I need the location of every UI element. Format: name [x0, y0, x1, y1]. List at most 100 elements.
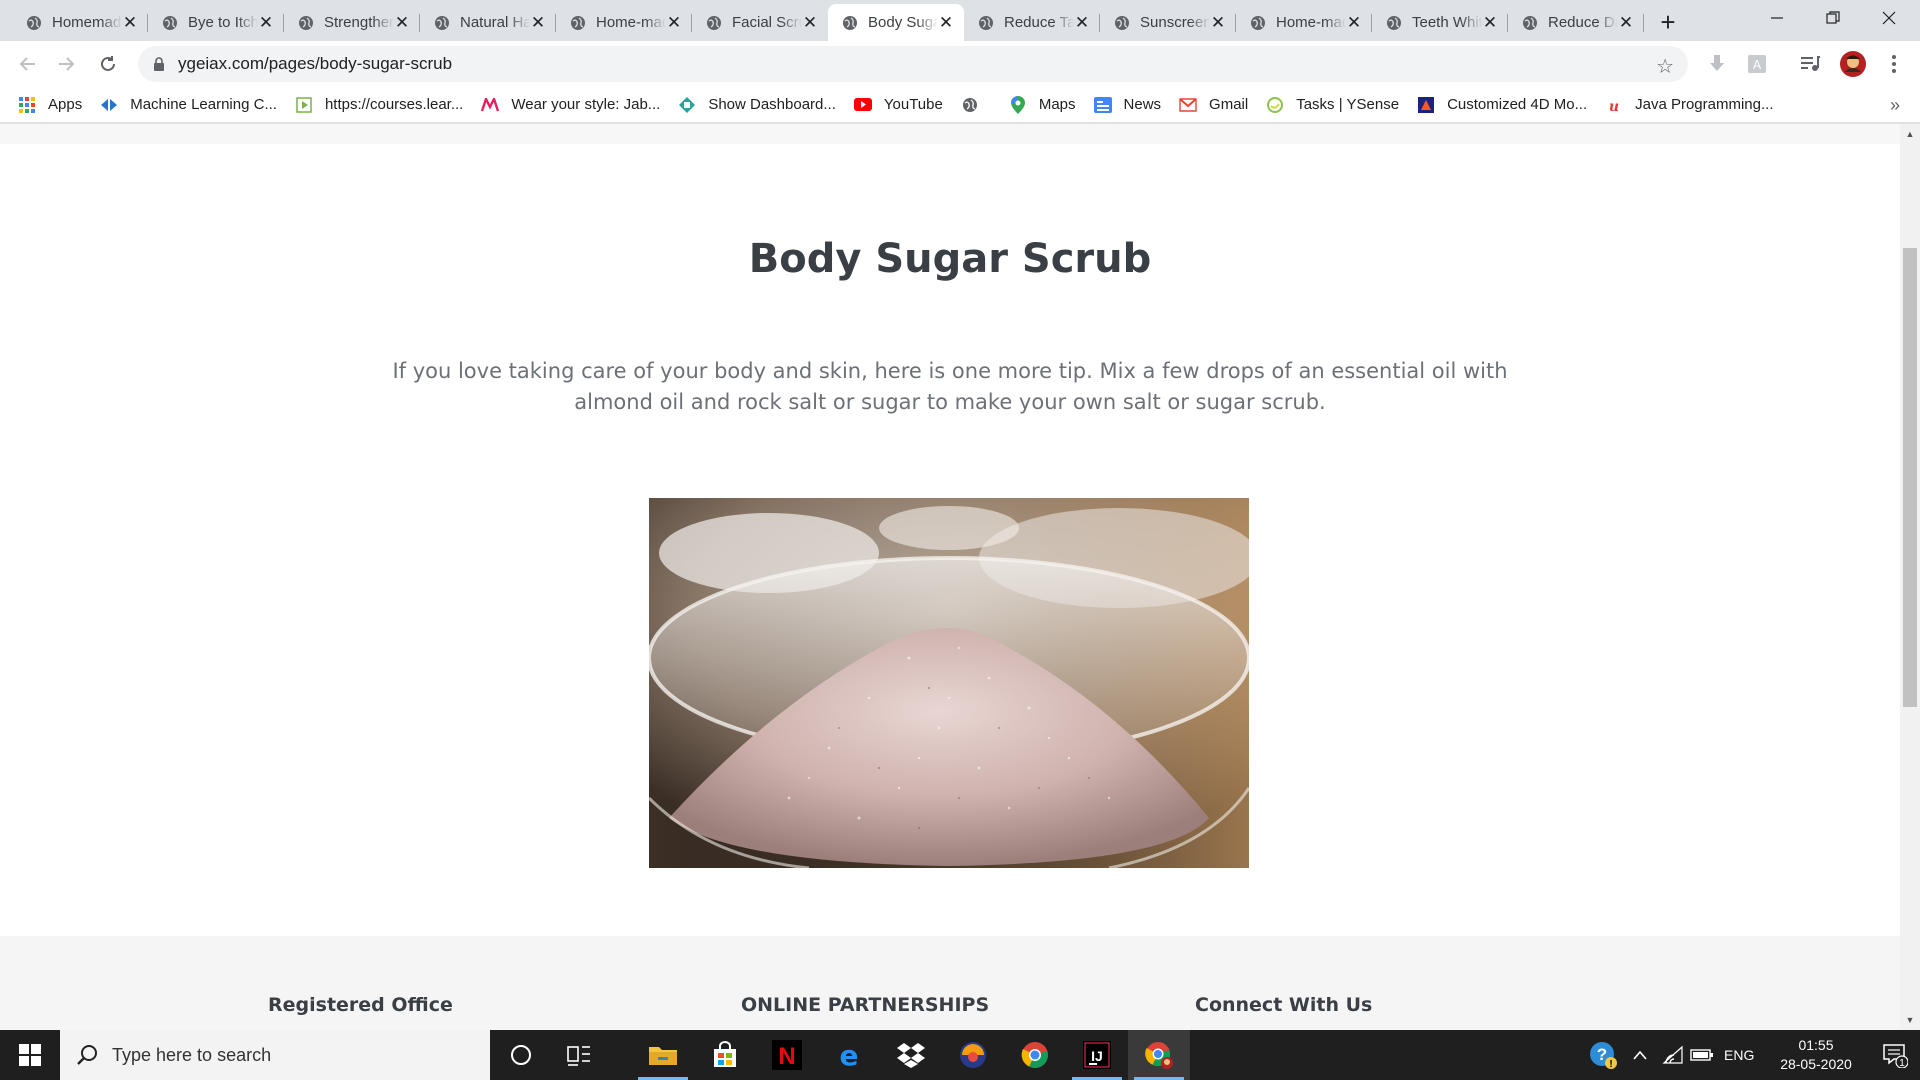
tab-close-icon[interactable]: ✕	[938, 13, 954, 32]
start-button[interactable]	[0, 1030, 60, 1080]
browser-tab[interactable]: Home-made✕	[1236, 4, 1372, 41]
show-hidden-icons-chevron-icon[interactable]	[1632, 1030, 1648, 1080]
bookmark-label[interactable]: Java Programming...	[1635, 96, 1773, 113]
tab-title[interactable]: Bye to Itchy	[188, 14, 258, 31]
tab-title[interactable]: Body Sugar	[868, 14, 938, 31]
chrome-taskbar-button[interactable]	[1004, 1030, 1066, 1080]
tab-close-icon[interactable]: ✕	[1482, 13, 1498, 32]
tab-close-icon[interactable]: ✕	[1346, 13, 1362, 32]
browser-tab[interactable]: Teeth Whitening✕	[1372, 4, 1508, 41]
battery-icon[interactable]	[1690, 1030, 1714, 1080]
task-view-button[interactable]	[548, 1030, 610, 1080]
action-center-button[interactable]: 1	[1882, 1042, 1909, 1069]
chrome-profile-taskbar-button[interactable]	[1128, 1030, 1190, 1080]
browser-tab[interactable]: Reduce Dark✕	[1508, 4, 1644, 41]
bookmark-item[interactable]: Wear your style: Jab...	[481, 96, 660, 114]
edge-taskbar-button[interactable]: e	[818, 1030, 880, 1080]
tab-title[interactable]: Facial Scrub	[732, 14, 802, 31]
bookmark-item[interactable]: Apps	[18, 96, 82, 114]
tab-close-icon[interactable]: ✕	[1618, 13, 1634, 32]
browser-tab[interactable]: Homemade ✕	[12, 4, 148, 41]
tab-close-icon[interactable]: ✕	[394, 13, 410, 32]
browser-tab[interactable]: Facial Scrub✕	[692, 4, 828, 41]
bookmark-label[interactable]: Show Dashboard...	[708, 96, 836, 113]
cortana-button[interactable]	[490, 1030, 552, 1080]
tab-title[interactable]: Teeth Whitening	[1412, 14, 1482, 31]
restore-button[interactable]	[1810, 0, 1856, 36]
tab-title[interactable]: Reduce Dark	[1548, 14, 1618, 31]
bookmark-item[interactable]: YouTube	[853, 96, 943, 114]
taskbar-search-placeholder[interactable]: Type here to search	[112, 1045, 271, 1066]
microsoft-store-taskbar-button[interactable]	[694, 1030, 756, 1080]
bookmark-item[interactable]: Gmail	[1179, 96, 1248, 114]
bookmark-item[interactable]	[961, 96, 991, 114]
tab-close-icon[interactable]: ✕	[666, 13, 682, 32]
new-tab-button[interactable]: +	[1654, 7, 1682, 37]
wifi-icon[interactable]	[1662, 1030, 1684, 1080]
browser-tab[interactable]: Reduce Tan✕	[964, 4, 1100, 41]
intellij-taskbar-button[interactable]: IJ	[1066, 1030, 1128, 1080]
minimize-button[interactable]	[1754, 0, 1800, 36]
bookmark-label[interactable]: Maps	[1039, 96, 1076, 113]
browser-tab[interactable]: Home-made✕	[556, 4, 692, 41]
download-icon[interactable]	[1705, 52, 1729, 76]
browser-tab[interactable]: Sunscreen ✕	[1100, 4, 1236, 41]
tab-title[interactable]: Sunscreen	[1140, 14, 1210, 31]
url-text[interactable]: ygeiax.com/pages/body-sugar-scrub	[178, 54, 452, 74]
tab-title[interactable]: Strengthen	[324, 14, 394, 31]
bookmark-label[interactable]: News	[1124, 96, 1162, 113]
bookmark-item[interactable]: Tasks | YSense	[1266, 96, 1399, 114]
browser-tab[interactable]: Natural Hair✕	[420, 4, 556, 41]
bookmark-item[interactable]: Show Dashboard...	[678, 96, 836, 114]
tab-title[interactable]: Home-made	[596, 14, 666, 31]
page-scrollbar[interactable]: ▲ ▼	[1900, 124, 1920, 1030]
scroll-up-arrow-icon[interactable]: ▲	[1904, 128, 1916, 140]
netflix-taskbar-button[interactable]: N	[756, 1030, 818, 1080]
media-control-icon[interactable]	[1798, 52, 1822, 76]
tab-close-icon[interactable]: ✕	[1074, 13, 1090, 32]
profile-avatar[interactable]	[1838, 49, 1868, 79]
reload-button[interactable]	[94, 50, 122, 78]
bookmark-label[interactable]: Gmail	[1209, 96, 1248, 113]
browser-tab[interactable]: Bye to Itchy✕	[148, 4, 284, 41]
bookmark-item[interactable]: Customized 4D Mo...	[1417, 96, 1587, 114]
tab-close-icon[interactable]: ✕	[802, 13, 818, 32]
bookmark-item[interactable]: Machine Learning C...	[100, 96, 277, 114]
browser-tab[interactable]: Strengthen ✕	[284, 4, 420, 41]
bookmark-label[interactable]: Machine Learning C...	[130, 96, 277, 113]
app-taskbar-button[interactable]	[942, 1030, 1004, 1080]
tab-title[interactable]: Homemade	[52, 14, 122, 31]
scroll-down-arrow-icon[interactable]: ▼	[1904, 1014, 1916, 1026]
tab-close-icon[interactable]: ✕	[1210, 13, 1226, 32]
bookmark-item[interactable]: u Java Programming...	[1605, 96, 1773, 114]
chrome-menu-icon[interactable]	[1882, 52, 1906, 76]
bookmark-star-icon[interactable]: ☆	[1656, 54, 1674, 79]
scrollbar-thumb[interactable]	[1903, 248, 1917, 707]
bookmarks-overflow-button[interactable]: »	[1890, 95, 1900, 116]
tab-close-icon[interactable]: ✕	[530, 13, 546, 32]
tab-title[interactable]: Natural Hair	[460, 14, 530, 31]
help-tray-icon[interactable]: ?!	[1588, 1030, 1618, 1080]
language-indicator[interactable]: ENG	[1724, 1030, 1754, 1080]
tab-title[interactable]: Reduce Tan	[1004, 14, 1074, 31]
file-explorer-taskbar-button[interactable]	[632, 1030, 694, 1080]
bookmark-label[interactable]: Customized 4D Mo...	[1447, 96, 1587, 113]
bookmark-label[interactable]: Apps	[48, 96, 82, 113]
forward-button[interactable]	[52, 50, 80, 78]
address-bar[interactable]: ygeiax.com/pages/body-sugar-scrub ☆	[138, 46, 1688, 82]
bookmark-label[interactable]: Tasks | YSense	[1296, 96, 1399, 113]
bookmark-item[interactable]: Maps	[1009, 95, 1076, 114]
tab-close-icon[interactable]: ✕	[122, 13, 138, 32]
dropbox-taskbar-button[interactable]	[880, 1030, 942, 1080]
back-button[interactable]	[14, 50, 42, 78]
tab-title[interactable]: Home-made	[1276, 14, 1346, 31]
bookmark-label[interactable]: https://courses.lear...	[325, 96, 463, 113]
system-clock[interactable]: 01:55 28-05-2020	[1774, 1036, 1858, 1074]
bookmark-item[interactable]: News	[1093, 96, 1162, 114]
browser-tab[interactable]: Body Sugar✕	[828, 4, 964, 41]
bookmark-item[interactable]: https://courses.lear...	[295, 96, 463, 114]
extension-icon[interactable]: A	[1745, 52, 1769, 76]
bookmark-label[interactable]: Wear your style: Jab...	[511, 96, 660, 113]
lock-icon[interactable]	[152, 57, 166, 71]
close-window-button[interactable]	[1866, 0, 1912, 36]
